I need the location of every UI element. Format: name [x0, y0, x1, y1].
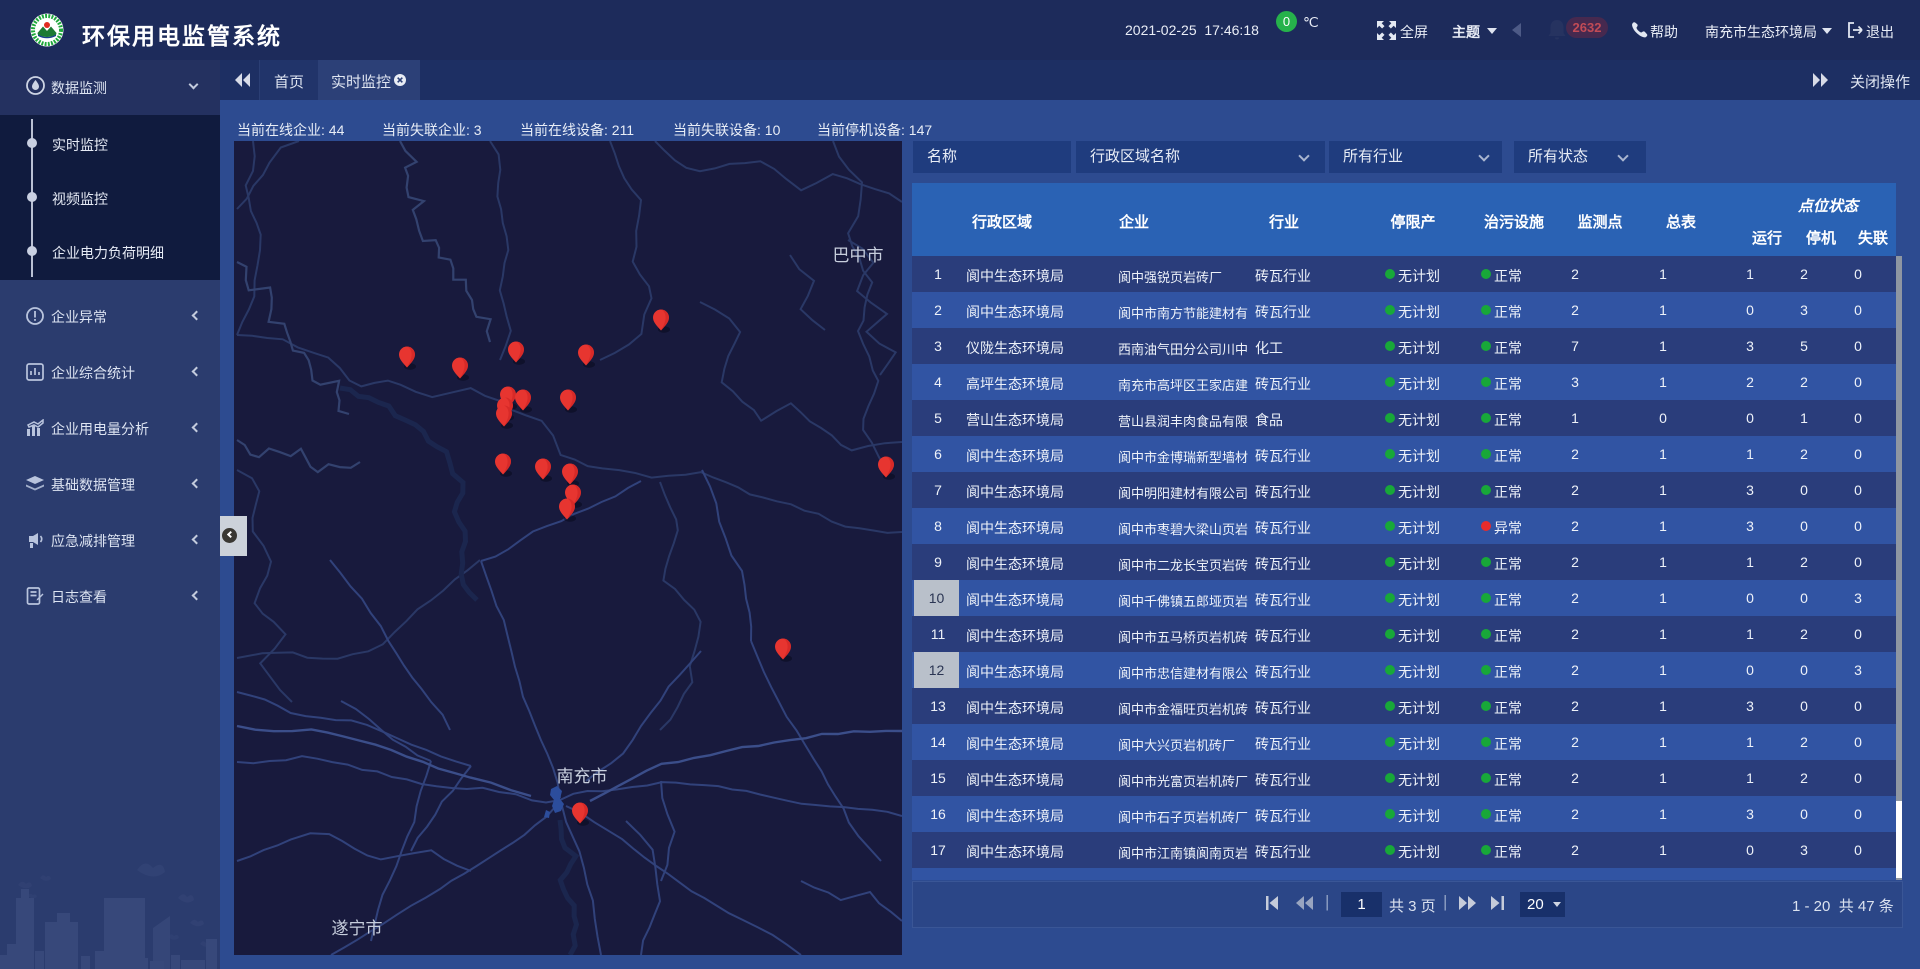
- svg-text:巴中市: 巴中市: [833, 246, 884, 265]
- svg-text:遂宁市: 遂宁市: [332, 919, 383, 938]
- svg-text:南充市: 南充市: [557, 767, 608, 786]
